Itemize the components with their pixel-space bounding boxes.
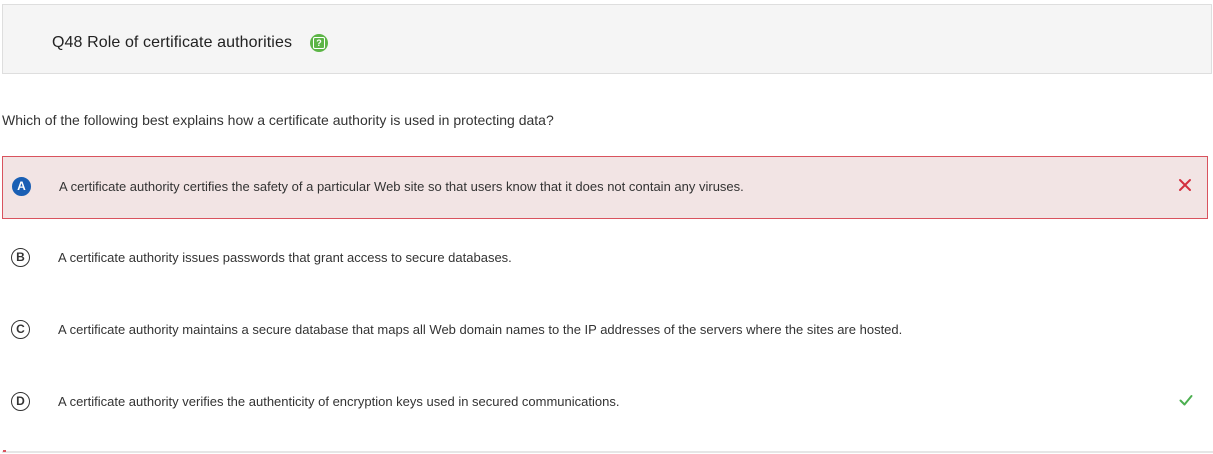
answer-option-c[interactable]: C A certificate authority maintains a se… xyxy=(2,300,1208,363)
option-letter-badge: C xyxy=(11,320,30,339)
option-text: A certificate authority issues passwords… xyxy=(58,250,512,265)
answer-option-b[interactable]: B A certificate authority issues passwor… xyxy=(2,228,1208,291)
checkmark-icon xyxy=(1179,395,1193,406)
option-text: A certificate authority certifies the sa… xyxy=(59,179,744,194)
answer-option-a[interactable]: A A certificate authority certifies the … xyxy=(2,156,1208,219)
option-letter-badge: A xyxy=(12,177,31,196)
option-text: A certificate authority verifies the aut… xyxy=(58,394,620,409)
option-letter-badge: B xyxy=(11,248,30,267)
answer-option-d[interactable]: D A certificate authority verifies the a… xyxy=(2,372,1208,435)
help-question-glyph: ? xyxy=(313,37,325,49)
bottom-accent-mark xyxy=(3,450,6,452)
question-title: Q48 Role of certificate authorities xyxy=(52,34,293,51)
question-header: Q48 Role of certificate authorities ? xyxy=(2,4,1212,74)
question-prompt: Which of the following best explains how… xyxy=(2,112,554,128)
option-text: A certificate authority maintains a secu… xyxy=(58,322,903,337)
help-question-icon[interactable]: ? xyxy=(310,34,328,52)
x-icon xyxy=(1179,179,1191,191)
bottom-divider xyxy=(2,451,1213,453)
option-letter-badge: D xyxy=(11,392,30,411)
